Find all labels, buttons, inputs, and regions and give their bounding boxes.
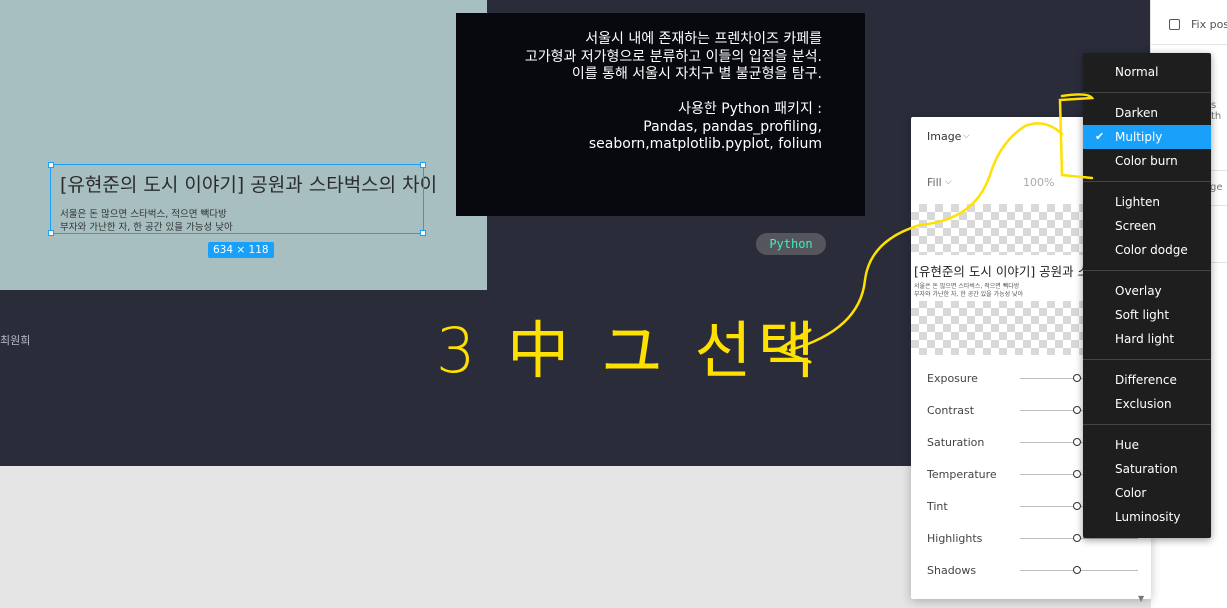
fix-position-label: Fix pos [1191, 18, 1227, 31]
menu-item-saturation[interactable]: Saturation [1083, 457, 1211, 481]
resize-handle-bottom-left[interactable] [48, 230, 54, 236]
highlights-label: Highlights [927, 532, 983, 545]
size-badge: 634 × 118 [208, 242, 274, 258]
menu-item-hue[interactable]: Hue [1083, 433, 1211, 457]
menu-separator [1083, 270, 1211, 271]
temperature-slider-knob[interactable] [1073, 470, 1081, 478]
menu-item-label: Multiply [1115, 130, 1163, 144]
menu-item-exclusion[interactable]: Exclusion [1083, 392, 1211, 416]
menu-separator [1083, 181, 1211, 182]
menu-item-darken[interactable]: Darken [1083, 101, 1211, 125]
resize-handle-top-right[interactable] [420, 162, 426, 168]
python-tag[interactable]: Python [756, 233, 826, 255]
description-text[interactable]: 서울시 내에 존재하는 프렌차이즈 카페를 고가형과 저가형으로 분류하고 이들… [525, 31, 822, 154]
menu-item-difference[interactable]: Difference [1083, 368, 1211, 392]
contrast-label: Contrast [927, 404, 975, 417]
shadows-label: Shadows [927, 564, 977, 577]
sidebar-partial-text: s th [1211, 100, 1222, 122]
preview-title-text: [유현준의 도시 이야기] 공원과 스타 [914, 264, 1101, 279]
exposure-label: Exposure [927, 372, 978, 385]
exposure-slider-knob[interactable] [1073, 374, 1081, 382]
menu-item-soft-light[interactable]: Soft light [1083, 303, 1211, 327]
menu-item-multiply[interactable]: ✔ Multiply [1083, 125, 1211, 149]
sidebar-partial-text: ge [1210, 182, 1223, 193]
saturation-label: Saturation [927, 436, 985, 449]
saturation-slider-knob[interactable] [1073, 438, 1081, 446]
menu-item-color-burn[interactable]: Color burn [1083, 149, 1211, 173]
menu-separator [1083, 92, 1211, 93]
preview-description-text: 서울은 돈 많으면 스타벅스, 적으면 빽다방 부자와 가난한 자, 한 공간 … [914, 283, 1024, 298]
fix-position-checkbox[interactable] [1169, 19, 1180, 30]
resize-handle-bottom-right[interactable] [420, 230, 426, 236]
highlights-slider-knob[interactable] [1073, 534, 1081, 542]
resize-handle-top-left[interactable] [48, 162, 54, 168]
image-type-dropdown[interactable]: Image [927, 130, 961, 143]
contrast-slider-knob[interactable] [1073, 406, 1081, 414]
menu-item-screen[interactable]: Screen [1083, 214, 1211, 238]
menu-separator [1083, 424, 1211, 425]
tint-label: Tint [927, 500, 948, 513]
menu-item-color[interactable]: Color [1083, 481, 1211, 505]
selection-box[interactable] [48, 162, 426, 236]
scroll-down-icon[interactable]: ▼ [1138, 594, 1144, 603]
shadows-slider-knob[interactable] [1073, 566, 1081, 574]
description-box[interactable]: 서울시 내에 존재하는 프렌차이즈 카페를 고가형과 저가형으로 분류하고 이들… [456, 13, 865, 216]
menu-item-hard-light[interactable]: Hard light [1083, 327, 1211, 351]
fill-opacity-value[interactable]: 100% [1023, 176, 1054, 189]
menu-item-lighten[interactable]: Lighten [1083, 190, 1211, 214]
sidebar-divider [1150, 44, 1227, 45]
member-name-text[interactable]: 최원희 [0, 332, 30, 348]
chevron-down-icon[interactable]: ⌵ [963, 131, 970, 141]
chevron-down-icon[interactable]: ⌵ [945, 177, 952, 187]
menu-item-luminosity[interactable]: Luminosity [1083, 505, 1211, 529]
handwritten-annotation: 3 中 ユ 선택 [436, 314, 821, 387]
check-icon: ✔ [1095, 130, 1105, 143]
menu-item-color-dodge[interactable]: Color dodge [1083, 238, 1211, 262]
menu-item-overlay[interactable]: Overlay [1083, 279, 1211, 303]
fill-mode-dropdown[interactable]: Fill [927, 176, 942, 189]
menu-separator [1083, 359, 1211, 360]
tint-slider-knob[interactable] [1073, 502, 1081, 510]
menu-item-normal[interactable]: Normal [1083, 60, 1211, 84]
temperature-label: Temperature [927, 468, 997, 481]
